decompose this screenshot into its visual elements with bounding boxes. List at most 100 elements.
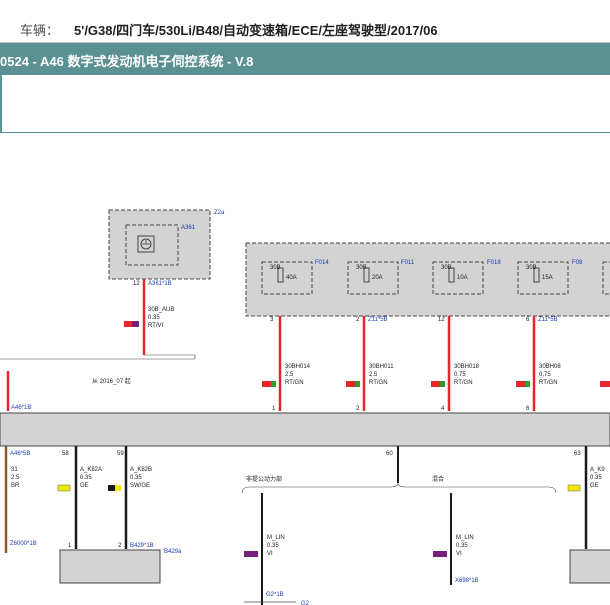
vehicle-bar: 车辆： 5'/G38/四门车/530Li/B48/自动变速箱/ECE/左座驾驶型… [0,0,610,43]
wire-color-marker [244,551,258,557]
component-b429a[interactable]: B429a [59,549,182,584]
wire-name: M_LIN [456,535,474,541]
fuse-wire: 30BH014 [285,364,311,370]
fuse-bottom-pin: 4 [441,406,445,412]
fuse-rating: 40A [286,275,297,281]
wire-end-pin: 1 [68,543,72,549]
z2a-pin: 12 [133,281,140,287]
wire-gauge: 0.35 [456,543,468,549]
main-bus-top-connector: A46*1B [11,405,31,411]
lin-label-left: 非提公动力部 [246,475,282,483]
component-ref: G2 [301,601,310,605]
z2a-ref: Z2a [214,210,225,216]
fuse-pin: 6 [526,317,530,323]
fuse-wire: 30BH08 [539,364,561,370]
fuse-pin: 2 [356,317,360,323]
wire-color-marker [262,381,271,387]
bus-pin: 63 [574,451,581,457]
fuse-ref: F011 [401,260,415,266]
z2a-connector: A361 [181,225,196,231]
wire-31[interactable]: 31 2.5 BR Z6000*1B [4,446,37,553]
fuse-gauge: 0.75 [539,372,551,378]
fuse-connector: Z11*5B [368,317,388,323]
wire-name: A_K82A [80,467,102,473]
wire-color-marker [433,551,447,557]
wire-gauge: 2.5 [11,475,20,481]
fuse-box [245,242,610,317]
wire-color: RT/VI [148,323,164,329]
wire-name: A_K9 [590,467,605,473]
wire-color-marker [124,321,132,327]
wire-color-marker [115,485,121,491]
lin-brace [241,482,557,494]
fuse-ref: F08 [572,260,583,266]
page-title: 0524 - A46 数字式发动机电子伺控系统 - V.8 [0,54,254,69]
component-ref: B429a [164,549,182,555]
wire-a-k82b[interactable]: A_K82B 0.35 SW/GE 2 B429*1B [108,446,154,549]
wire-gauge: 0.35 [590,475,602,481]
wire-color: VI [456,551,462,557]
wire-color-marker [525,381,530,387]
wire-color-marker [516,381,525,387]
fuse-ref: F014 [315,260,329,266]
fuse-bottom-pin: 2 [356,406,360,412]
fuse-pin: 12 [438,317,445,323]
bus-pin: 59 [117,451,124,457]
wire-color-marker [108,485,115,491]
wire-name: M_LIN [267,535,285,541]
component-g2[interactable]: G2 [244,601,310,605]
title-bar: 0524 - A46 数字式发动机电子伺控系统 - V.8 [0,43,610,75]
wire-color: VI [267,551,273,557]
wire-color-marker [57,484,71,492]
wire-m-lin-2[interactable]: M_LIN 0.35 VI X698*1B [433,493,479,585]
wire-color-marker [346,381,355,387]
wire-a-k82a[interactable]: A_K82A 0.35 GE 1 [57,446,102,549]
fuse-color: RT/GN [539,380,558,386]
wire-name: 30B_AUB [148,307,174,313]
main-bus-left-connector: A46*5B [10,451,30,457]
wire-gauge: 0.35 [130,475,142,481]
wire-a361[interactable]: 30B_AUB 0.35 RT/VI [124,279,196,359]
wire-color: GE [590,483,599,489]
wire-end-connector: X698*1B [455,578,479,584]
wire-a-k9[interactable]: A_K9 0.35 GE [567,446,605,549]
sub-panel [0,75,610,133]
fuse-bottom-pin: 6 [526,406,530,412]
fuse-rating: 20A [372,275,383,281]
fuse-gauge: 2.5 [285,372,294,378]
note-2016: 从 2016_07 起 [92,377,131,385]
fuse-connector: Z11*5B [538,317,558,323]
wire-end-connector: Z6000*1B [10,541,37,547]
fuse-gauge: 2.5 [369,372,378,378]
fuse-ref: F018 [487,260,501,266]
wire-color: SW/GE [130,483,150,489]
fuse-rating: 15A [542,275,553,281]
lin-label-right: 混合 [432,475,444,483]
fuse-rating: 10A [457,275,468,281]
wire-end-connector: G2*1B [266,592,284,598]
wiring-diagram: Z2a A361 12 A361*1B 30B_AUB 0.35 RT/VI 从… [0,209,610,605]
component-z2a[interactable]: Z2a A361 12 A361*1B [108,209,225,287]
wire-color-marker [132,321,139,327]
fuse-color: RT/GN [454,380,473,386]
fuse-color: RT/GN [285,380,304,386]
main-bus[interactable] [0,412,610,447]
z2a-connector-pin: A361*1B [148,281,172,287]
wire-m-lin-1[interactable]: M_LIN 0.35 VI G2*1B [244,493,285,605]
wire-color-marker [431,381,440,387]
fuse-wire: 30BH011 [369,364,394,370]
wire-gauge: 0.35 [148,315,160,321]
fuse-color: RT/GN [369,380,388,386]
wire-name: A_K82B [130,467,152,473]
wire-color: GE [80,483,89,489]
wire-color: BR [11,483,20,489]
vehicle-label: 车辆： [20,23,60,38]
wire-name: 31 [11,467,18,473]
wire-color-marker [567,484,581,492]
wire-color-marker [355,381,360,387]
fuse-pin: 3 [270,317,274,323]
bus-pin: 58 [62,451,69,457]
fuse-gauge: 0.75 [454,372,466,378]
wire-end-pin: 2 [118,543,122,549]
vehicle-value: 5'/G38/四门车/530Li/B48/自动变速箱/ECE/左座驾驶型/201… [74,23,438,38]
